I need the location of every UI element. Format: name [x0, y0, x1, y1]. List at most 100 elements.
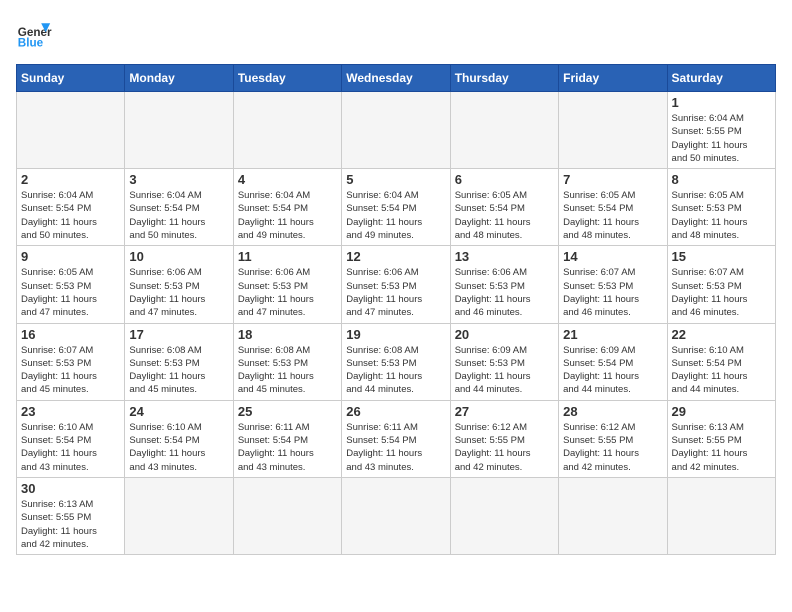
- calendar-cell: 12 Sunrise: 6:06 AM Sunset: 5:53 PM Dayli…: [342, 246, 450, 323]
- day-header-saturday: Saturday: [667, 65, 775, 92]
- calendar-cell: [342, 92, 450, 169]
- day-number: 16: [21, 327, 120, 342]
- day-info: Sunrise: 6:10 AM Sunset: 5:54 PM Dayligh…: [129, 421, 228, 474]
- day-number: 4: [238, 172, 337, 187]
- calendar-cell: 2Sunrise: 6:04 AM Sunset: 5:54 PM Daylig…: [17, 169, 125, 246]
- calendar-cell: [17, 92, 125, 169]
- day-number: 7: [563, 172, 662, 187]
- day-header-monday: Monday: [125, 65, 233, 92]
- calendar-cell: 4 Sunrise: 6:04 AM Sunset: 5:54 PM Daylig…: [233, 169, 341, 246]
- calendar-week-row: 16 Sunrise: 6:07 AM Sunset: 5:53 PM Dayli…: [17, 323, 776, 400]
- day-info: Sunrise: 6:06 AM Sunset: 5:53 PM Dayligh…: [455, 266, 554, 319]
- calendar-cell: [559, 92, 667, 169]
- calendar-cell: 22 Sunrise: 6:10 AM Sunset: 5:54 PM Dayli…: [667, 323, 775, 400]
- calendar-header-row: SundayMondayTuesdayWednesdayThursdayFrid…: [17, 65, 776, 92]
- day-header-wednesday: Wednesday: [342, 65, 450, 92]
- calendar-cell: [450, 477, 558, 554]
- day-info: Sunrise: 6:06 AM Sunset: 5:53 PM Dayligh…: [238, 266, 337, 319]
- calendar-table: SundayMondayTuesdayWednesdayThursdayFrid…: [16, 64, 776, 555]
- day-info: Sunrise: 6:10 AM Sunset: 5:54 PM Dayligh…: [21, 421, 120, 474]
- day-info: Sunrise: 6:09 AM Sunset: 5:53 PM Dayligh…: [455, 344, 554, 397]
- day-number: 6: [455, 172, 554, 187]
- calendar-cell: 20 Sunrise: 6:09 AM Sunset: 5:53 PM Dayli…: [450, 323, 558, 400]
- day-header-tuesday: Tuesday: [233, 65, 341, 92]
- day-number: 21: [563, 327, 662, 342]
- calendar-cell: 3 Sunrise: 6:04 AM Sunset: 5:54 PM Daylig…: [125, 169, 233, 246]
- day-number: 1: [672, 95, 771, 110]
- calendar-cell: 30 Sunrise: 6:13 AM Sunset: 5:55 PM Dayli…: [17, 477, 125, 554]
- calendar-week-row: 2Sunrise: 6:04 AM Sunset: 5:54 PM Daylig…: [17, 169, 776, 246]
- day-info: Sunrise: 6:04 AM Sunset: 5:54 PM Dayligh…: [21, 189, 120, 242]
- day-info: Sunrise: 6:04 AM Sunset: 5:54 PM Dayligh…: [129, 189, 228, 242]
- page-header: General Blue: [16, 16, 776, 52]
- day-info: Sunrise: 6:06 AM Sunset: 5:53 PM Dayligh…: [129, 266, 228, 319]
- day-number: 27: [455, 404, 554, 419]
- day-info: Sunrise: 6:05 AM Sunset: 5:53 PM Dayligh…: [672, 189, 771, 242]
- day-info: Sunrise: 6:11 AM Sunset: 5:54 PM Dayligh…: [238, 421, 337, 474]
- day-number: 3: [129, 172, 228, 187]
- calendar-cell: [233, 477, 341, 554]
- calendar-cell: 7 Sunrise: 6:05 AM Sunset: 5:54 PM Daylig…: [559, 169, 667, 246]
- logo: General Blue: [16, 16, 52, 52]
- calendar-cell: 8Sunrise: 6:05 AM Sunset: 5:53 PM Daylig…: [667, 169, 775, 246]
- day-info: Sunrise: 6:05 AM Sunset: 5:54 PM Dayligh…: [563, 189, 662, 242]
- day-number: 17: [129, 327, 228, 342]
- calendar-cell: [233, 92, 341, 169]
- calendar-cell: 14Sunrise: 6:07 AM Sunset: 5:53 PM Dayli…: [559, 246, 667, 323]
- calendar-week-row: 23 Sunrise: 6:10 AM Sunset: 5:54 PM Dayli…: [17, 400, 776, 477]
- calendar-cell: 1 Sunrise: 6:04 AM Sunset: 5:55 PM Daylig…: [667, 92, 775, 169]
- day-number: 13: [455, 249, 554, 264]
- calendar-cell: 19Sunrise: 6:08 AM Sunset: 5:53 PM Dayli…: [342, 323, 450, 400]
- calendar-cell: 5Sunrise: 6:04 AM Sunset: 5:54 PM Daylig…: [342, 169, 450, 246]
- day-number: 9: [21, 249, 120, 264]
- day-number: 22: [672, 327, 771, 342]
- day-number: 20: [455, 327, 554, 342]
- day-number: 26: [346, 404, 445, 419]
- calendar-cell: [125, 92, 233, 169]
- calendar-week-row: 9 Sunrise: 6:05 AM Sunset: 5:53 PM Daylig…: [17, 246, 776, 323]
- day-info: Sunrise: 6:07 AM Sunset: 5:53 PM Dayligh…: [563, 266, 662, 319]
- day-info: Sunrise: 6:09 AM Sunset: 5:54 PM Dayligh…: [563, 344, 662, 397]
- calendar-cell: 21 Sunrise: 6:09 AM Sunset: 5:54 PM Dayli…: [559, 323, 667, 400]
- calendar-cell: [342, 477, 450, 554]
- day-info: Sunrise: 6:06 AM Sunset: 5:53 PM Dayligh…: [346, 266, 445, 319]
- calendar-cell: 16 Sunrise: 6:07 AM Sunset: 5:53 PM Dayli…: [17, 323, 125, 400]
- calendar-cell: 9 Sunrise: 6:05 AM Sunset: 5:53 PM Daylig…: [17, 246, 125, 323]
- day-number: 30: [21, 481, 120, 496]
- calendar-cell: 17Sunrise: 6:08 AM Sunset: 5:53 PM Dayli…: [125, 323, 233, 400]
- day-number: 15: [672, 249, 771, 264]
- day-info: Sunrise: 6:04 AM Sunset: 5:55 PM Dayligh…: [672, 112, 771, 165]
- day-info: Sunrise: 6:08 AM Sunset: 5:53 PM Dayligh…: [346, 344, 445, 397]
- day-number: 18: [238, 327, 337, 342]
- day-number: 28: [563, 404, 662, 419]
- day-number: 23: [21, 404, 120, 419]
- day-header-friday: Friday: [559, 65, 667, 92]
- calendar-cell: 29 Sunrise: 6:13 AM Sunset: 5:55 PM Dayli…: [667, 400, 775, 477]
- calendar-cell: 26Sunrise: 6:11 AM Sunset: 5:54 PM Dayli…: [342, 400, 450, 477]
- calendar-cell: 28 Sunrise: 6:12 AM Sunset: 5:55 PM Dayli…: [559, 400, 667, 477]
- day-number: 5: [346, 172, 445, 187]
- day-header-thursday: Thursday: [450, 65, 558, 92]
- day-info: Sunrise: 6:13 AM Sunset: 5:55 PM Dayligh…: [21, 498, 120, 551]
- day-info: Sunrise: 6:12 AM Sunset: 5:55 PM Dayligh…: [563, 421, 662, 474]
- calendar-cell: 27Sunrise: 6:12 AM Sunset: 5:55 PM Dayli…: [450, 400, 558, 477]
- calendar-cell: [125, 477, 233, 554]
- calendar-cell: 15Sunrise: 6:07 AM Sunset: 5:53 PM Dayli…: [667, 246, 775, 323]
- day-info: Sunrise: 6:04 AM Sunset: 5:54 PM Dayligh…: [238, 189, 337, 242]
- day-info: Sunrise: 6:13 AM Sunset: 5:55 PM Dayligh…: [672, 421, 771, 474]
- day-header-sunday: Sunday: [17, 65, 125, 92]
- day-info: Sunrise: 6:07 AM Sunset: 5:53 PM Dayligh…: [21, 344, 120, 397]
- calendar-cell: 10Sunrise: 6:06 AM Sunset: 5:53 PM Dayli…: [125, 246, 233, 323]
- day-number: 25: [238, 404, 337, 419]
- day-number: 11: [238, 249, 337, 264]
- day-number: 12: [346, 249, 445, 264]
- calendar-cell: 24Sunrise: 6:10 AM Sunset: 5:54 PM Dayli…: [125, 400, 233, 477]
- day-info: Sunrise: 6:05 AM Sunset: 5:54 PM Dayligh…: [455, 189, 554, 242]
- day-number: 29: [672, 404, 771, 419]
- day-info: Sunrise: 6:05 AM Sunset: 5:53 PM Dayligh…: [21, 266, 120, 319]
- calendar-week-row: 1 Sunrise: 6:04 AM Sunset: 5:55 PM Daylig…: [17, 92, 776, 169]
- day-info: Sunrise: 6:10 AM Sunset: 5:54 PM Dayligh…: [672, 344, 771, 397]
- logo-icon: General Blue: [16, 16, 52, 52]
- calendar-cell: [667, 477, 775, 554]
- calendar-cell: 6 Sunrise: 6:05 AM Sunset: 5:54 PM Daylig…: [450, 169, 558, 246]
